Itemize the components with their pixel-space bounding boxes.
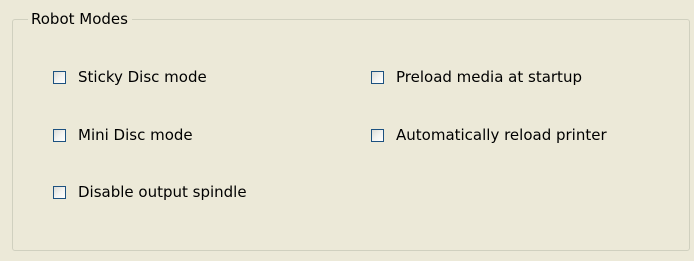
checkbox-label: Automatically reload printer	[396, 126, 607, 144]
preload-media-checkbox[interactable]: Preload media at startup	[371, 66, 582, 88]
robot-modes-title: Robot Modes	[28, 10, 132, 28]
checkbox-box[interactable]	[371, 70, 384, 84]
checkbox-box[interactable]	[53, 185, 66, 199]
checkbox-label: Preload media at startup	[396, 68, 582, 86]
checkbox-box[interactable]	[53, 70, 66, 84]
checkbox-label: Sticky Disc mode	[78, 68, 207, 86]
checkbox-label: Mini Disc mode	[78, 126, 193, 144]
checkbox-box[interactable]	[53, 128, 66, 142]
sticky-disc-mode-checkbox[interactable]: Sticky Disc mode	[53, 66, 207, 88]
checkbox-box[interactable]	[371, 128, 384, 142]
checkbox-label: Disable output spindle	[78, 183, 247, 201]
disable-output-spindle-checkbox[interactable]: Disable output spindle	[53, 181, 247, 203]
auto-reload-printer-checkbox[interactable]: Automatically reload printer	[371, 124, 607, 146]
mini-disc-mode-checkbox[interactable]: Mini Disc mode	[53, 124, 193, 146]
